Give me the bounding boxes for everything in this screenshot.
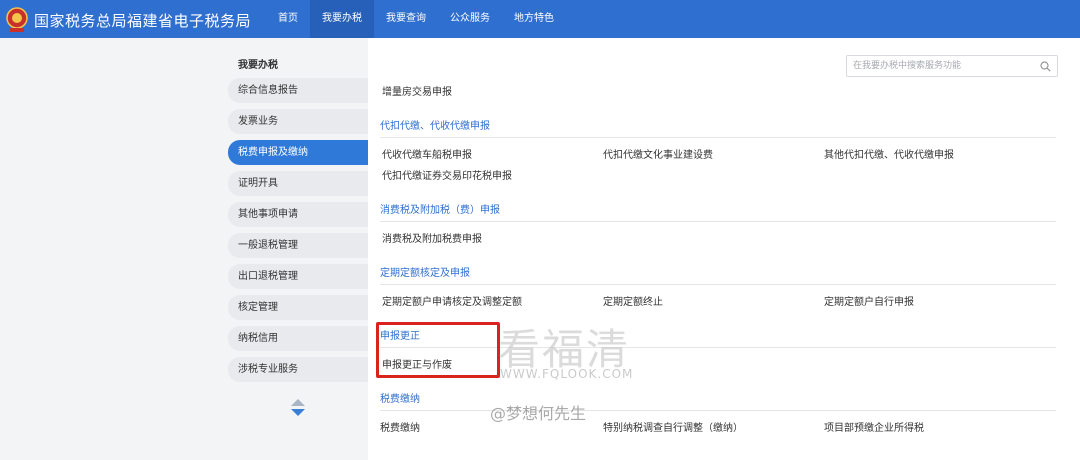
link-stamp-tax[interactable]: 代扣代缴证券交易印花税申报 — [382, 167, 512, 182]
nav-tax-handling[interactable]: 我要办税 — [310, 0, 374, 38]
link-special-adjustment[interactable]: 特别纳税调查自行调整（缴纳） — [603, 419, 743, 434]
site-title: 国家税务总局福建省电子税务局 — [34, 12, 252, 30]
section-title-tax-payment: 税费缴纳 — [380, 390, 1056, 411]
link-other-withholding[interactable]: 其他代扣代缴、代收代缴申报 — [824, 146, 954, 161]
sidebar-item-refund[interactable]: 一般退税管理 — [228, 233, 368, 258]
nav-public-service[interactable]: 公众服务 — [438, 0, 502, 38]
scroll-arrows-icon[interactable] — [290, 398, 306, 418]
link-vehicle-tax[interactable]: 代收代缴车船税申报 — [382, 146, 472, 161]
sidebar-item-info-report[interactable]: 综合信息报告 — [228, 78, 368, 103]
sidebar-item-professional-service[interactable]: 涉税专业服务 — [228, 357, 368, 382]
link-quota-terminate[interactable]: 定期定额终止 — [603, 293, 663, 308]
section-title-withholding: 代扣代缴、代收代缴申报 — [380, 117, 1056, 138]
sidebar-item-certificate[interactable]: 证明开具 — [228, 171, 368, 196]
search-icon[interactable] — [1040, 61, 1051, 72]
sidebar-item-tax-declaration[interactable]: 税费申报及缴纳 — [228, 140, 368, 165]
link-quota-apply[interactable]: 定期定额户申请核定及调整定额 — [382, 293, 522, 308]
watermark-author: @梦想何先生 — [490, 404, 587, 423]
link-quota-self-declare[interactable]: 定期定额户自行申报 — [824, 293, 914, 308]
sidebar-item-export-refund[interactable]: 出口退税管理 — [228, 264, 368, 289]
link-culture-fee[interactable]: 代扣代缴文化事业建设费 — [603, 146, 713, 161]
sidebar-title: 我要办税 — [238, 60, 278, 71]
sidebar-item-invoice[interactable]: 发票业务 — [228, 109, 368, 134]
sidebar-item-credit[interactable]: 纳税信用 — [228, 326, 368, 351]
section-title-consumption-tax: 消费税及附加税（费）申报 — [380, 201, 1056, 222]
sidebar-item-assessment[interactable]: 核定管理 — [228, 295, 368, 320]
section-title-fixed-quota: 定期定额核定及申报 — [380, 264, 1056, 285]
link-tax-payment[interactable]: 税费缴纳 — [380, 419, 420, 434]
red-highlight-box — [376, 322, 500, 378]
service-search-box — [846, 55, 1058, 77]
tax-emblem-icon — [6, 7, 28, 32]
link-consumption-tax[interactable]: 消费税及附加税费申报 — [382, 230, 482, 245]
nav-query[interactable]: 我要查询 — [374, 0, 438, 38]
nav-local-feature[interactable]: 地方特色 — [502, 0, 566, 38]
link-prepaid-income-tax[interactable]: 项目部预缴企业所得税 — [824, 419, 924, 434]
watermark-url: WWW.FQLOOK.COM — [500, 367, 634, 381]
nav-home[interactable]: 首页 — [266, 0, 310, 38]
main-nav: 首页 我要办税 我要查询 公众服务 地方特色 — [266, 0, 566, 38]
sidebar-menu: 综合信息报告 发票业务 税费申报及缴纳 证明开具 其他事项申请 一般退税管理 出… — [228, 78, 368, 388]
list-item[interactable]: 增量房交易申报 — [382, 86, 452, 98]
search-input[interactable] — [853, 59, 1039, 73]
sidebar-item-other-application[interactable]: 其他事项申请 — [228, 202, 368, 227]
top-header: 国家税务总局福建省电子税务局 首页 我要办税 我要查询 公众服务 地方特色 — [0, 0, 1080, 38]
